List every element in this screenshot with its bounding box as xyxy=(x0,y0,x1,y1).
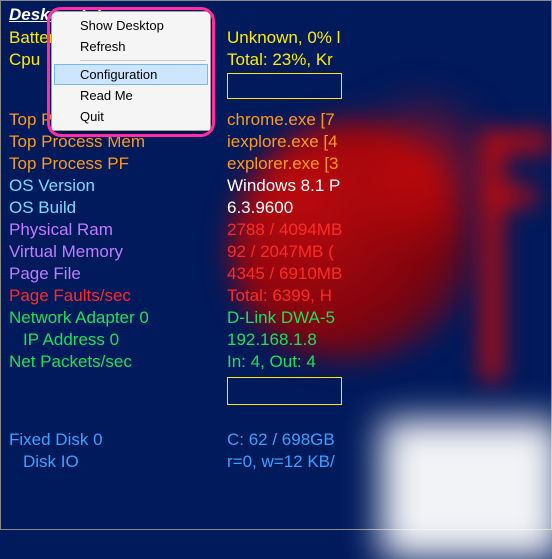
value-net-adapter: D-Link DWA-5 xyxy=(227,307,543,329)
menu-item-quit[interactable]: Quit xyxy=(54,106,208,127)
context-menu: Show Desktop Refresh Configuration Read … xyxy=(51,11,211,131)
value-virt-mem: 92 / 2047MB ( xyxy=(227,241,543,263)
value-os-build: 6.3.9600 xyxy=(227,197,543,219)
row-fixed-disk: Fixed Disk 0 C: 62 / 698GB xyxy=(9,429,543,451)
row-net-packets: Net Packets/sec In: 4, Out: 4 xyxy=(9,351,543,373)
value-page-file: 4345 / 6910MB xyxy=(227,263,543,285)
label-os-build: OS Build xyxy=(9,197,227,219)
row-top-pf: Top Process PF explorer.exe [3 xyxy=(9,153,543,175)
label-top-mem: Top Process Mem xyxy=(9,131,227,153)
label-net-packets: Net Packets/sec xyxy=(9,351,227,373)
menu-item-read-me[interactable]: Read Me xyxy=(54,85,208,106)
value-ip-addr: 192.168.1.8 xyxy=(227,329,543,351)
value-phys-ram: 2788 / 4094MB xyxy=(227,219,543,241)
chart-box-cpu xyxy=(227,73,342,99)
label-os-version: OS Version xyxy=(9,175,227,197)
value-page-faults: Total: 6399, H xyxy=(227,285,543,307)
row-os-build: OS Build 6.3.9600 xyxy=(9,197,543,219)
label-net-adapter: Network Adapter 0 xyxy=(9,307,227,329)
value-os-version: Windows 8.1 P xyxy=(227,175,543,197)
menu-item-show-desktop[interactable]: Show Desktop xyxy=(54,15,208,36)
chart-box-net xyxy=(227,377,342,405)
label-disk-io: Disk IO xyxy=(9,451,227,473)
label-virt-mem: Virtual Memory xyxy=(9,241,227,263)
menu-item-refresh[interactable]: Refresh xyxy=(54,36,208,57)
row-os-version: OS Version Windows 8.1 P xyxy=(9,175,543,197)
row-net-adapter: Network Adapter 0 D-Link DWA-5 xyxy=(9,307,543,329)
label-page-file: Page File xyxy=(9,263,227,285)
label-ip-addr: IP Address 0 xyxy=(9,329,227,351)
value-cpu: Total: 23%, Kr xyxy=(227,49,543,71)
context-menu-wrap: Show Desktop Refresh Configuration Read … xyxy=(51,11,211,131)
value-net-packets: In: 4, Out: 4 xyxy=(227,351,543,373)
label-top-pf: Top Process PF xyxy=(9,153,227,175)
value-top-pf: explorer.exe [3 xyxy=(227,153,543,175)
row-disk-io: Disk IO r=0, w=12 KB/ xyxy=(9,451,543,473)
label-fixed-disk: Fixed Disk 0 xyxy=(9,429,227,451)
row-page-file: Page File 4345 / 6910MB xyxy=(9,263,543,285)
value-fixed-disk: C: 62 / 698GB xyxy=(227,429,543,451)
row-virt-mem: Virtual Memory 92 / 2047MB ( xyxy=(9,241,543,263)
menu-item-configuration[interactable]: Configuration xyxy=(54,64,208,85)
row-page-faults: Page Faults/sec Total: 6399, H xyxy=(9,285,543,307)
row-phys-ram: Physical Ram 2788 / 4094MB xyxy=(9,219,543,241)
row-top-mem: Top Process Mem iexplore.exe [4 xyxy=(9,131,543,153)
label-page-faults: Page Faults/sec xyxy=(9,285,227,307)
row-ip-addr: IP Address 0 192.168.1.8 xyxy=(9,329,543,351)
value-battery: Unknown, 0% l xyxy=(227,27,543,49)
value-top-cpu: chrome.exe [7 xyxy=(227,109,543,131)
value-top-mem: iexplore.exe [4 xyxy=(227,131,543,153)
value-disk-io: r=0, w=12 KB/ xyxy=(227,451,543,473)
menu-separator xyxy=(80,60,206,61)
label-phys-ram: Physical Ram xyxy=(9,219,227,241)
